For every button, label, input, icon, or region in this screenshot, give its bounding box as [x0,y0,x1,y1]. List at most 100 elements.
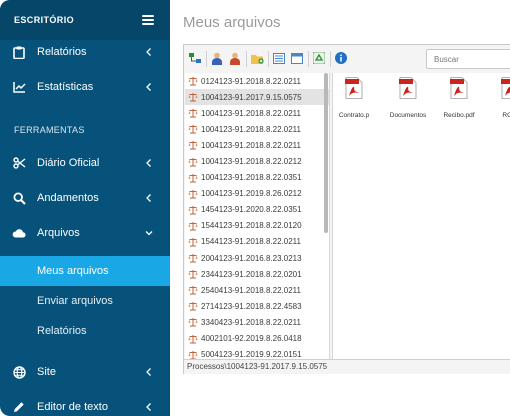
details-view-icon[interactable] [290,51,304,65]
pdf-file-icon [345,77,363,99]
sidebar-item-label: Relatórios [37,46,87,58]
scale-icon [188,77,198,86]
tree-item-label: 1004123-91.2018.8.22.0211 [201,140,301,150]
main-content: Meus arquivos Buscar 0124123-91.2018.8.2… [170,0,510,416]
scale-icon [188,237,198,247]
file-name: Contrato.p [338,112,370,119]
tree-item[interactable]: 1004123-91.2018.8.22.0212 [185,153,329,169]
file-item[interactable]: Documentos [383,77,433,119]
pdf-file-icon [399,77,417,99]
pdf-file-icon [501,77,510,99]
sidebar-item-label: Andamentos [37,192,99,204]
chevron-left-icon [146,403,151,411]
sidebar-subitem-enviar-arquivos[interactable]: Enviar arquivos [0,286,170,316]
tree-item[interactable]: 4002101-92.2019.8.26.0418 [185,331,329,347]
tree-item-label: 1004123-91.2017.9.15.0575 [201,92,302,102]
chevron-left-icon [146,194,151,202]
tree-item[interactable]: 1004123-91.2017.9.15.0575 [185,89,329,106]
user-remove-icon[interactable] [228,51,242,65]
file-name: RG.p [502,112,510,119]
tree-item-label: 1004123-91.2018.8.22.0212 [201,157,302,167]
file-list[interactable]: Contrato.p Documentos Recibo.pdf RG.p [332,73,510,359]
chevron-left-icon [146,83,151,91]
tree-item[interactable]: 1004123-91.2018.8.22.0211 [185,137,329,153]
scale-icon [188,125,198,134]
tree-item[interactable]: 2540413-91.2018.8.22.0211 [185,282,329,298]
tree-item[interactable]: 2004123-91.2016.8.23.0213 [185,250,329,266]
scale-icon [188,157,198,167]
list-view-icon[interactable] [272,51,286,65]
tree-item[interactable]: 1004123-91.2018.8.22.0211 [185,105,329,121]
tree-item-label: 1454123-91.2020.8.22.0351 [201,205,302,215]
tree-item-label: 1004123-91.2018.8.22.0211 [201,124,301,134]
sidebar-item-label: Diário Oficial [37,157,100,169]
sidebar-item-label: Estatísticas [37,81,94,93]
sidebar-item-label: Site [37,366,56,378]
recycle-icon[interactable] [312,51,326,65]
sidebar-subitem-relatorios[interactable]: Relatórios [0,316,170,346]
tree-item-label: 2714123-91.2018.8.22.4583 [201,301,302,311]
tree-item[interactable]: 2714123-91.2018.8.22.4583 [185,298,329,314]
tree-item-label: 1544123-91.2018.8.22.0211 [201,237,301,247]
tree-item-label: 1004123-91.2018.8.22.0211 [201,108,301,118]
tree-item[interactable]: 5004123-91.2019.9.22.0151 [185,347,329,359]
scale-icon [188,254,198,263]
tree-item[interactable]: 1004123-91.2019.8.26.0212 [185,186,329,202]
scissors-icon [12,156,26,170]
scale-icon [188,189,198,199]
file-name: Recibo.pdf [443,112,475,119]
clipboard-icon [12,45,26,59]
sidebar-item-label: Editor de texto [37,401,108,413]
tree-scrollbar[interactable] [324,73,328,233]
chevron-left-icon [146,48,151,56]
tree-item[interactable]: 2344123-91.2018.8.22.0201 [185,266,329,282]
tree-item[interactable]: 1544123-91.2018.8.22.0211 [185,234,329,250]
sidebar-item-editor-de-texto[interactable]: Editor de texto [0,392,170,416]
sidebar-header: ESCRITÓRIO [0,0,170,40]
sidebar-item-arquivos[interactable]: Arquivos [0,218,170,248]
tree-item-label: 5004123-91.2019.9.22.0151 [201,350,302,359]
info-icon[interactable] [334,51,348,65]
search-input[interactable]: Buscar [426,49,510,69]
page-title: Meus arquivos [183,14,281,31]
tree-view-icon[interactable] [188,51,202,65]
scale-icon [188,141,198,150]
tree-item-label: 4002101-92.2019.8.26.0418 [201,334,302,344]
tree-item-label: 1004123-91.2018.8.22.0351 [201,173,302,183]
sidebar-item-diario-oficial[interactable]: Diário Oficial [0,148,170,178]
new-folder-icon[interactable] [250,51,264,65]
tree-item[interactable]: 1004123-91.2018.8.22.0351 [185,170,329,186]
status-path: Processos\1004123-91.2017.9.15.0575 [184,359,510,374]
scale-icon [188,350,198,359]
process-tree[interactable]: 0124123-91.2018.8.22.0211 1004123-91.2017… [185,73,330,359]
scale-icon [188,286,198,295]
globe-icon [12,365,26,379]
tree-item-label: 2540413-91.2018.8.22.0211 [201,285,301,295]
tree-item[interactable]: 0124123-91.2018.8.22.0211 [185,73,329,89]
file-item[interactable]: Contrato.p [329,77,379,119]
tree-item[interactable]: 1004123-91.2018.8.22.0211 [185,121,329,137]
user-icon[interactable] [210,51,224,65]
file-item[interactable]: Recibo.pdf [434,77,484,119]
search-icon [12,191,26,205]
tree-item-label: 2004123-91.2016.8.23.0213 [201,253,302,263]
sidebar-subitem-meus-arquivos[interactable]: Meus arquivos [0,256,170,286]
tree-item-label: 0124123-91.2018.8.22.0211 [201,76,301,86]
tree-item[interactable]: 3340423-91.2018.8.22.0211 [185,314,329,330]
scale-icon [188,109,198,118]
sidebar-item-estatisticas[interactable]: Estatísticas [0,72,170,102]
menu-icon[interactable] [142,15,154,25]
file-name: Documentos [389,112,427,119]
sidebar-item-relatorios[interactable]: Relatórios [0,37,170,67]
file-item[interactable]: RG.p [485,77,510,119]
chart-line-icon [12,80,26,94]
tree-item-label: 3340423-91.2018.8.22.0211 [201,317,301,327]
tree-item[interactable]: 1454123-91.2020.8.22.0351 [185,202,329,218]
pencil-icon [12,400,26,414]
scale-icon [188,334,198,344]
brand-label: ESCRITÓRIO [14,15,75,25]
tree-item[interactable]: 1544123-91.2018.8.22.0120 [185,218,329,234]
scale-icon [188,93,198,102]
sidebar-item-site[interactable]: Site [0,357,170,387]
sidebar-item-andamentos[interactable]: Andamentos [0,183,170,213]
